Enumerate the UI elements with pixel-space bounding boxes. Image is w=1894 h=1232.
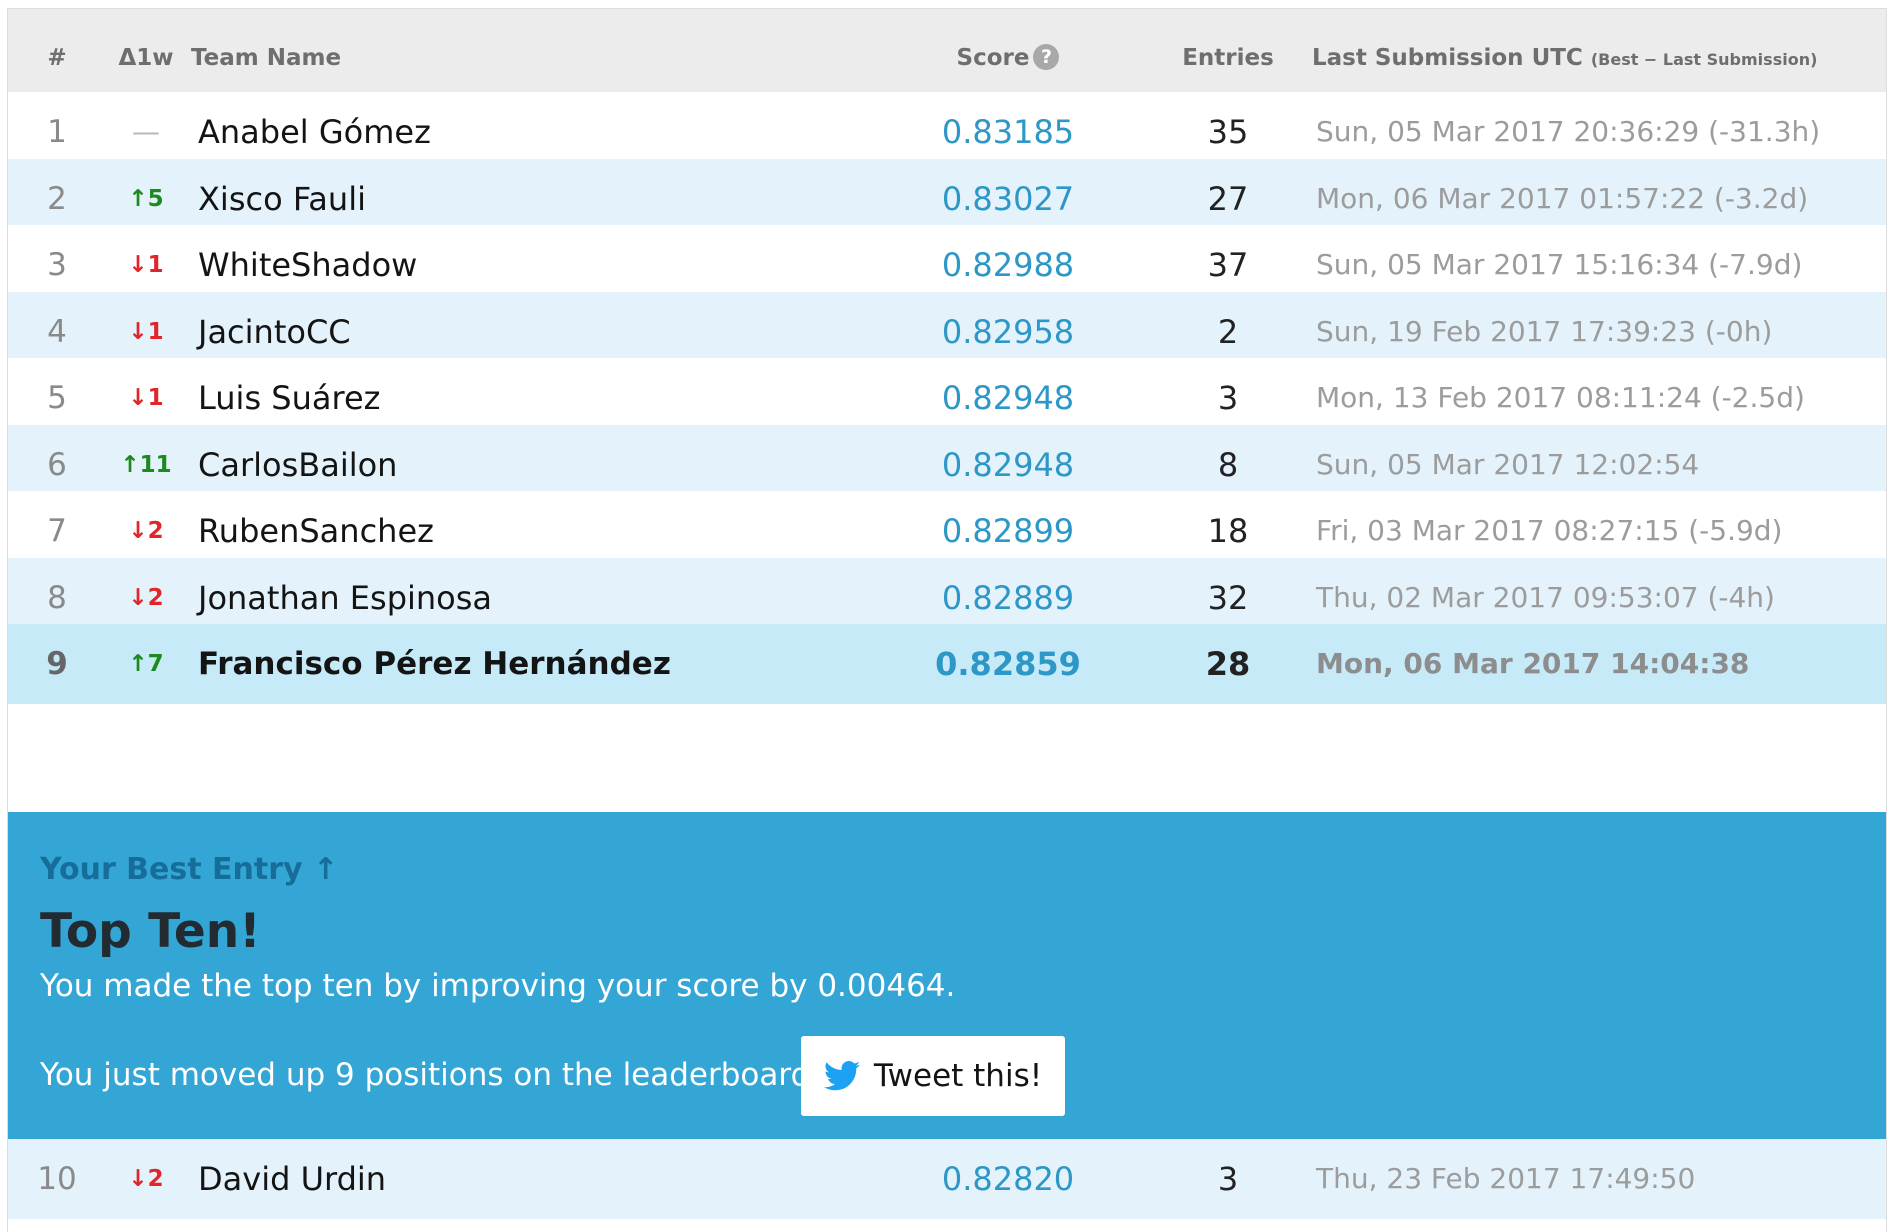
rank-cell: 10 [37, 1161, 77, 1197]
header-rank: # [47, 45, 67, 71]
header-last-submission: Last Submission UTC (Best − Last Submiss… [1312, 43, 1882, 75]
twitter-bird-icon [823, 1061, 860, 1091]
tweet-this-label: Tweet this! [873, 1058, 1043, 1094]
header-entries: Entries [1182, 45, 1274, 71]
header-score: Score? [888, 43, 1128, 73]
delta-cell: ↓2 [128, 1166, 164, 1192]
best-entry-improvement-text: You made the top ten by improving your s… [40, 968, 956, 1004]
best-entry-kicker: Your Best Entry ↑ [40, 852, 339, 887]
help-icon[interactable]: ? [1033, 44, 1060, 70]
delta-cell: ↑7 [128, 651, 164, 677]
leaderboard: # Δ1w Team Name Score? Entries Last Subm… [7, 8, 1887, 1232]
best-entry-banner: Your Best Entry ↑ Top Ten! You made the … [8, 812, 1886, 1139]
entries-cell: 3 [1217, 1160, 1239, 1198]
last-submission-cell: Mon, 06 Mar 2017 14:04:38 [1316, 647, 1750, 680]
table-row: 10 ↓2 David Urdin 0.82820 3 Thu, 23 Feb 2017 … [8, 1139, 1886, 1219]
header-last-submission-label: Last Submission UTC [1312, 45, 1583, 71]
score-cell: 0.82820 [941, 1160, 1075, 1198]
team-name-link[interactable]: David Urdin [198, 1139, 898, 1219]
last-submission-cell: Thu, 23 Feb 2017 17:49:50 [1316, 1162, 1696, 1195]
tweet-this-button[interactable]: Tweet this! [801, 1036, 1065, 1116]
score-cell: 0.82859 [935, 645, 1081, 683]
entries-cell: 28 [1205, 645, 1251, 683]
header-team-name: Team Name [191, 45, 342, 71]
best-entry-positions-text: You just moved up 9 positions on the lea… [40, 1057, 821, 1093]
rank-cell: 9 [46, 646, 68, 682]
header-score-label: Score [956, 45, 1030, 71]
leaderboard-header: # Δ1w Team Name Score? Entries Last Subm… [8, 9, 1886, 92]
best-entry-title: Top Ten! [40, 904, 261, 959]
team-name-link[interactable]: Francisco Pérez Hernández [198, 624, 898, 704]
header-last-submission-note: (Best − Last Submission) [1590, 50, 1818, 69]
header-delta-1w: Δ1w [118, 45, 174, 71]
table-row-current-user: 9 ↑7 Francisco Pérez Hernández 0.82859 28 Mon… [8, 624, 1886, 704]
